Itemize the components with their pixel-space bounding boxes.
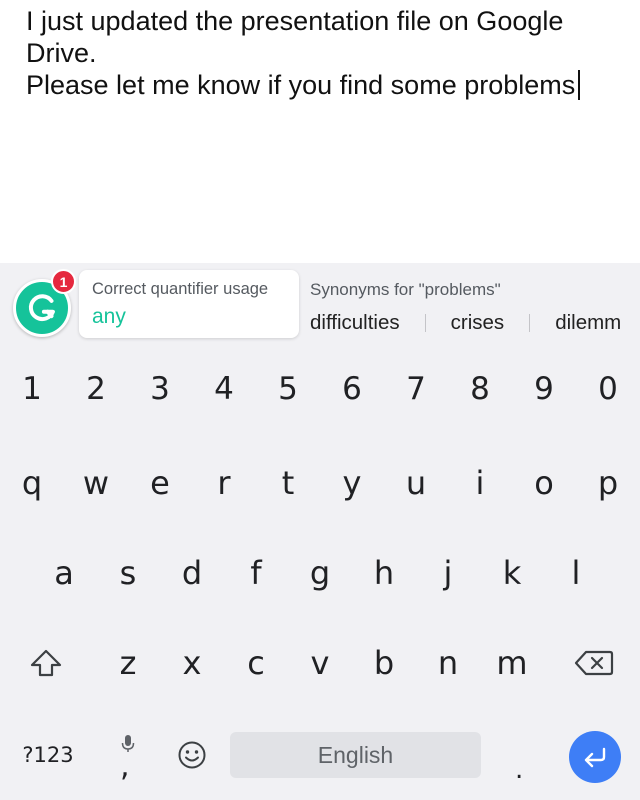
key-l[interactable]: l: [544, 529, 608, 617]
period-key[interactable]: .: [488, 711, 552, 799]
key-a[interactable]: a: [32, 529, 96, 617]
letter-row-1: q w e r t y u i o p: [0, 439, 640, 527]
key-r[interactable]: r: [192, 439, 256, 527]
period-label: .: [515, 755, 524, 785]
key-2[interactable]: 2: [64, 345, 128, 433]
synonyms-list: difficulties crises dilemm: [310, 309, 621, 337]
shift-icon: [30, 649, 62, 677]
suggestion-card[interactable]: Correct quantifier usage any: [79, 270, 299, 338]
key-4[interactable]: 4: [192, 345, 256, 433]
key-c[interactable]: c: [224, 619, 288, 707]
key-z[interactable]: z: [96, 619, 160, 707]
key-m[interactable]: m: [480, 619, 544, 707]
key-x[interactable]: x: [160, 619, 224, 707]
emoji-icon: [178, 741, 206, 769]
key-g[interactable]: g: [288, 529, 352, 617]
backspace-icon: [574, 650, 614, 676]
comma-key[interactable]: ,: [96, 711, 160, 799]
shift-key[interactable]: [0, 619, 92, 707]
key-o[interactable]: o: [512, 439, 576, 527]
synonym-chip[interactable]: dilemm: [555, 311, 621, 335]
backspace-key[interactable]: [548, 619, 640, 707]
notification-badge: 1: [51, 269, 76, 294]
key-f[interactable]: f: [224, 529, 288, 617]
key-p[interactable]: p: [576, 439, 640, 527]
editor-line: Drive.: [26, 38, 97, 68]
text-caret: [578, 70, 581, 100]
key-d[interactable]: d: [160, 529, 224, 617]
key-5[interactable]: 5: [256, 345, 320, 433]
emoji-key[interactable]: [160, 711, 224, 799]
key-h[interactable]: h: [352, 529, 416, 617]
key-6[interactable]: 6: [320, 345, 384, 433]
key-7[interactable]: 7: [384, 345, 448, 433]
suggestion-title: Correct quantifier usage: [92, 280, 269, 298]
key-v[interactable]: v: [288, 619, 352, 707]
synonym-chip[interactable]: difficulties: [310, 311, 400, 335]
key-i[interactable]: i: [448, 439, 512, 527]
editor-line: I just updated the presentation file on …: [26, 6, 564, 36]
space-bar[interactable]: English: [230, 732, 481, 778]
key-k[interactable]: k: [480, 529, 544, 617]
symbols-key[interactable]: ?123: [0, 711, 96, 799]
number-row: 1 2 3 4 5 6 7 8 9 0: [0, 345, 640, 433]
key-1[interactable]: 1: [0, 345, 64, 433]
letter-row-2: a s d f g h j k l: [0, 529, 640, 617]
key-8[interactable]: 8: [448, 345, 512, 433]
synonym-divider: [424, 314, 426, 332]
synonym-chip[interactable]: crises: [451, 311, 505, 335]
enter-icon: [584, 747, 606, 768]
key-e[interactable]: e: [128, 439, 192, 527]
synonym-divider: [529, 314, 531, 332]
editor-line-text: Please let me know if you find some prob…: [26, 70, 576, 100]
enter-button[interactable]: [569, 731, 621, 783]
text-editor[interactable]: I just updated the presentation file on …: [0, 0, 640, 263]
key-s[interactable]: s: [96, 529, 160, 617]
comma-label: ,: [120, 749, 130, 784]
key-n[interactable]: n: [416, 619, 480, 707]
key-3[interactable]: 3: [128, 345, 192, 433]
keyboard: 1 Correct quantifier usage any Synonyms …: [0, 263, 640, 800]
key-j[interactable]: j: [416, 529, 480, 617]
letter-row-3: z x c v b n m: [0, 619, 640, 707]
key-9[interactable]: 9: [512, 345, 576, 433]
key-b[interactable]: b: [352, 619, 416, 707]
key-0[interactable]: 0: [576, 345, 640, 433]
key-y[interactable]: y: [320, 439, 384, 527]
synonyms-title: Synonyms for "problems": [310, 280, 501, 299]
suggestion-value: any: [92, 305, 126, 328]
key-w[interactable]: w: [64, 439, 128, 527]
editor-line: Please let me know if you find some prob…: [26, 69, 616, 101]
bottom-row: ?123 , English .: [0, 711, 640, 799]
grammarly-g-icon: [28, 294, 55, 322]
key-q[interactable]: q: [0, 439, 64, 527]
key-u[interactable]: u: [384, 439, 448, 527]
key-t[interactable]: t: [256, 439, 320, 527]
